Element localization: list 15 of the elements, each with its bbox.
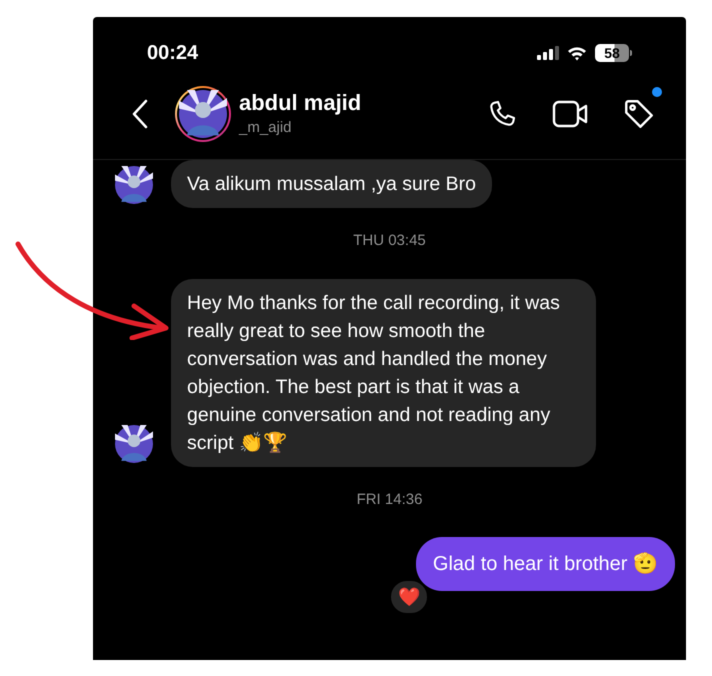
video-camera-icon[interactable] bbox=[552, 99, 588, 129]
received-message-bubble: Hey Mo thanks for the call recording, it was really great to see how smooth the conversation was and handled the money objection. The best part is that it was a genuine conversation and not reading any script 👏🏆 bbox=[171, 278, 596, 466]
back-icon[interactable] bbox=[131, 99, 149, 129]
heart-reaction: ❤ bbox=[389, 579, 429, 615]
message-timestamp: FRI 14:36 bbox=[356, 490, 422, 510]
received-message-bubble: Va alikum mussalam ,ya sure Bro bbox=[171, 160, 492, 208]
wifi-icon bbox=[567, 46, 587, 60]
avatar-icon bbox=[179, 90, 227, 138]
signal-icon bbox=[537, 46, 559, 60]
battery-indicator: 58 bbox=[595, 44, 632, 62]
message-timestamp: THU 03:45 bbox=[353, 231, 426, 251]
contact-username: _m_ajid bbox=[239, 118, 293, 138]
contact-name: abdul majid bbox=[239, 89, 362, 116]
status-time: 00:24 bbox=[147, 41, 198, 66]
tag-icon[interactable] bbox=[622, 97, 656, 131]
